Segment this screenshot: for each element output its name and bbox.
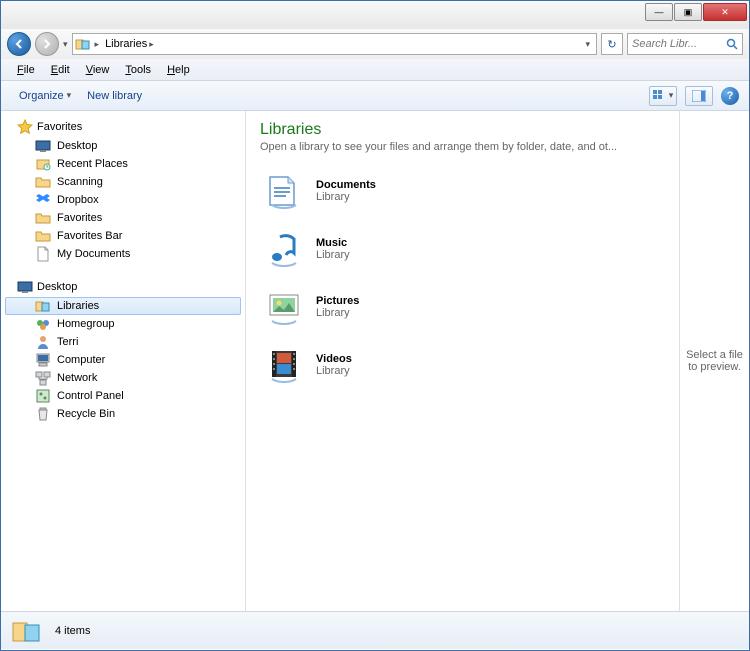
status-text: 4 items bbox=[55, 625, 90, 637]
nav-item-libraries[interactable]: Libraries bbox=[5, 297, 241, 315]
menu-tools[interactable]: Tools bbox=[117, 62, 159, 78]
nav-item-dropbox[interactable]: Dropbox bbox=[1, 191, 245, 209]
nav-bar: ▾ ▸ Libraries ▸ ▾ ↻ bbox=[1, 29, 749, 59]
search-input[interactable] bbox=[632, 38, 726, 50]
desktop-icon bbox=[17, 279, 33, 295]
breadcrumb-label: Libraries bbox=[105, 38, 147, 50]
minimize-button[interactable]: — bbox=[645, 3, 673, 21]
desktop-icon bbox=[35, 138, 51, 154]
view-icon bbox=[653, 90, 667, 102]
refresh-button[interactable]: ↻ bbox=[601, 33, 623, 55]
recent-icon bbox=[35, 156, 51, 172]
chevron-right-icon: ▸ bbox=[95, 39, 100, 50]
close-button[interactable]: ✕ bbox=[703, 3, 747, 21]
nav-item-homegroup[interactable]: Homegroup bbox=[1, 315, 245, 333]
nav-item-favorites-folder[interactable]: Favorites bbox=[1, 209, 245, 227]
nav-item-control-panel[interactable]: Control Panel bbox=[1, 387, 245, 405]
document-icon bbox=[35, 246, 51, 262]
library-name: Videos bbox=[316, 353, 352, 365]
user-icon bbox=[35, 334, 51, 350]
search-box[interactable] bbox=[627, 33, 743, 55]
new-library-button[interactable]: New library bbox=[79, 87, 150, 105]
network-icon bbox=[35, 370, 51, 386]
forward-button[interactable] bbox=[35, 32, 59, 56]
libraries-icon bbox=[35, 298, 51, 314]
recycle-bin-icon bbox=[35, 406, 51, 422]
address-bar[interactable]: ▸ Libraries ▸ ▾ bbox=[72, 33, 597, 55]
folder-icon bbox=[35, 174, 51, 190]
library-sub: Library bbox=[316, 365, 350, 377]
nav-item-recycle-bin[interactable]: Recycle Bin bbox=[1, 405, 245, 423]
library-item-pictures[interactable]: PicturesLibrary bbox=[260, 281, 665, 333]
nav-item-favorites-bar[interactable]: Favorites Bar bbox=[1, 227, 245, 245]
nav-item-desktop[interactable]: Desktop bbox=[1, 137, 245, 155]
explorer-body: Favorites Desktop Recent Places Scanning… bbox=[1, 111, 749, 611]
star-icon bbox=[17, 119, 33, 135]
address-dropdown[interactable]: ▾ bbox=[585, 39, 590, 50]
preview-pane: Select a file to preview. bbox=[679, 111, 749, 611]
history-dropdown[interactable]: ▾ bbox=[63, 39, 68, 50]
nav-item-scanning[interactable]: Scanning bbox=[1, 173, 245, 191]
menu-file[interactable]: File bbox=[9, 62, 43, 78]
nav-favorites-label: Favorites bbox=[37, 121, 82, 133]
help-button[interactable]: ? bbox=[721, 87, 739, 105]
folder-icon bbox=[35, 228, 51, 244]
status-bar: 4 items bbox=[1, 611, 749, 649]
menu-edit[interactable]: Edit bbox=[43, 62, 78, 78]
library-sub: Library bbox=[316, 191, 350, 203]
menu-bar: File Edit View Tools Help bbox=[1, 59, 749, 81]
organize-button[interactable]: Organize ▾ bbox=[11, 87, 79, 105]
arrow-right-icon bbox=[42, 39, 52, 49]
nav-item-recent-places[interactable]: Recent Places bbox=[1, 155, 245, 173]
homegroup-icon bbox=[35, 316, 51, 332]
menu-view[interactable]: View bbox=[78, 62, 118, 78]
library-sub: Library bbox=[316, 307, 350, 319]
library-sub: Library bbox=[316, 249, 350, 261]
library-name: Pictures bbox=[316, 295, 359, 307]
nav-item-computer[interactable]: Computer bbox=[1, 351, 245, 369]
library-item-music[interactable]: MusicLibrary bbox=[260, 223, 665, 275]
search-icon bbox=[726, 38, 738, 50]
nav-item-terri[interactable]: Terri bbox=[1, 333, 245, 351]
control-panel-icon bbox=[35, 388, 51, 404]
pictures-icon bbox=[264, 287, 304, 327]
nav-favorites-header[interactable]: Favorites bbox=[1, 117, 245, 137]
dropbox-icon bbox=[35, 192, 51, 208]
nav-desktop-label: Desktop bbox=[37, 281, 77, 293]
library-item-videos[interactable]: VideosLibrary bbox=[260, 339, 665, 391]
back-button[interactable] bbox=[7, 32, 31, 56]
videos-icon bbox=[264, 345, 304, 385]
library-item-documents[interactable]: DocumentsLibrary bbox=[260, 165, 665, 217]
command-bar: Organize ▾ New library ▾ ? bbox=[1, 81, 749, 111]
documents-icon bbox=[264, 171, 304, 211]
libraries-large-icon bbox=[11, 615, 43, 647]
nav-desktop-header[interactable]: Desktop bbox=[1, 277, 245, 297]
arrow-left-icon bbox=[14, 39, 24, 49]
computer-icon bbox=[35, 352, 51, 368]
preview-text: Select a file to preview. bbox=[684, 349, 745, 373]
content-pane: Libraries Open a library to see your fil… bbox=[246, 111, 679, 611]
music-icon bbox=[264, 229, 304, 269]
libraries-icon bbox=[75, 36, 91, 52]
breadcrumb-libraries[interactable]: Libraries ▸ bbox=[103, 38, 156, 50]
navigation-pane: Favorites Desktop Recent Places Scanning… bbox=[1, 111, 246, 611]
menu-help[interactable]: Help bbox=[159, 62, 198, 78]
nav-item-my-documents[interactable]: My Documents bbox=[1, 245, 245, 263]
preview-pane-button[interactable] bbox=[685, 86, 713, 106]
change-view-button[interactable]: ▾ bbox=[649, 86, 677, 106]
library-name: Documents bbox=[316, 179, 376, 191]
maximize-button[interactable]: ▣ bbox=[674, 3, 702, 21]
nav-item-network[interactable]: Network bbox=[1, 369, 245, 387]
page-subheading: Open a library to see your files and arr… bbox=[260, 141, 665, 153]
library-name: Music bbox=[316, 237, 347, 249]
preview-pane-icon bbox=[692, 90, 706, 102]
title-bar: — ▣ ✕ bbox=[1, 1, 749, 29]
folder-icon bbox=[35, 210, 51, 226]
page-heading: Libraries bbox=[260, 121, 665, 139]
